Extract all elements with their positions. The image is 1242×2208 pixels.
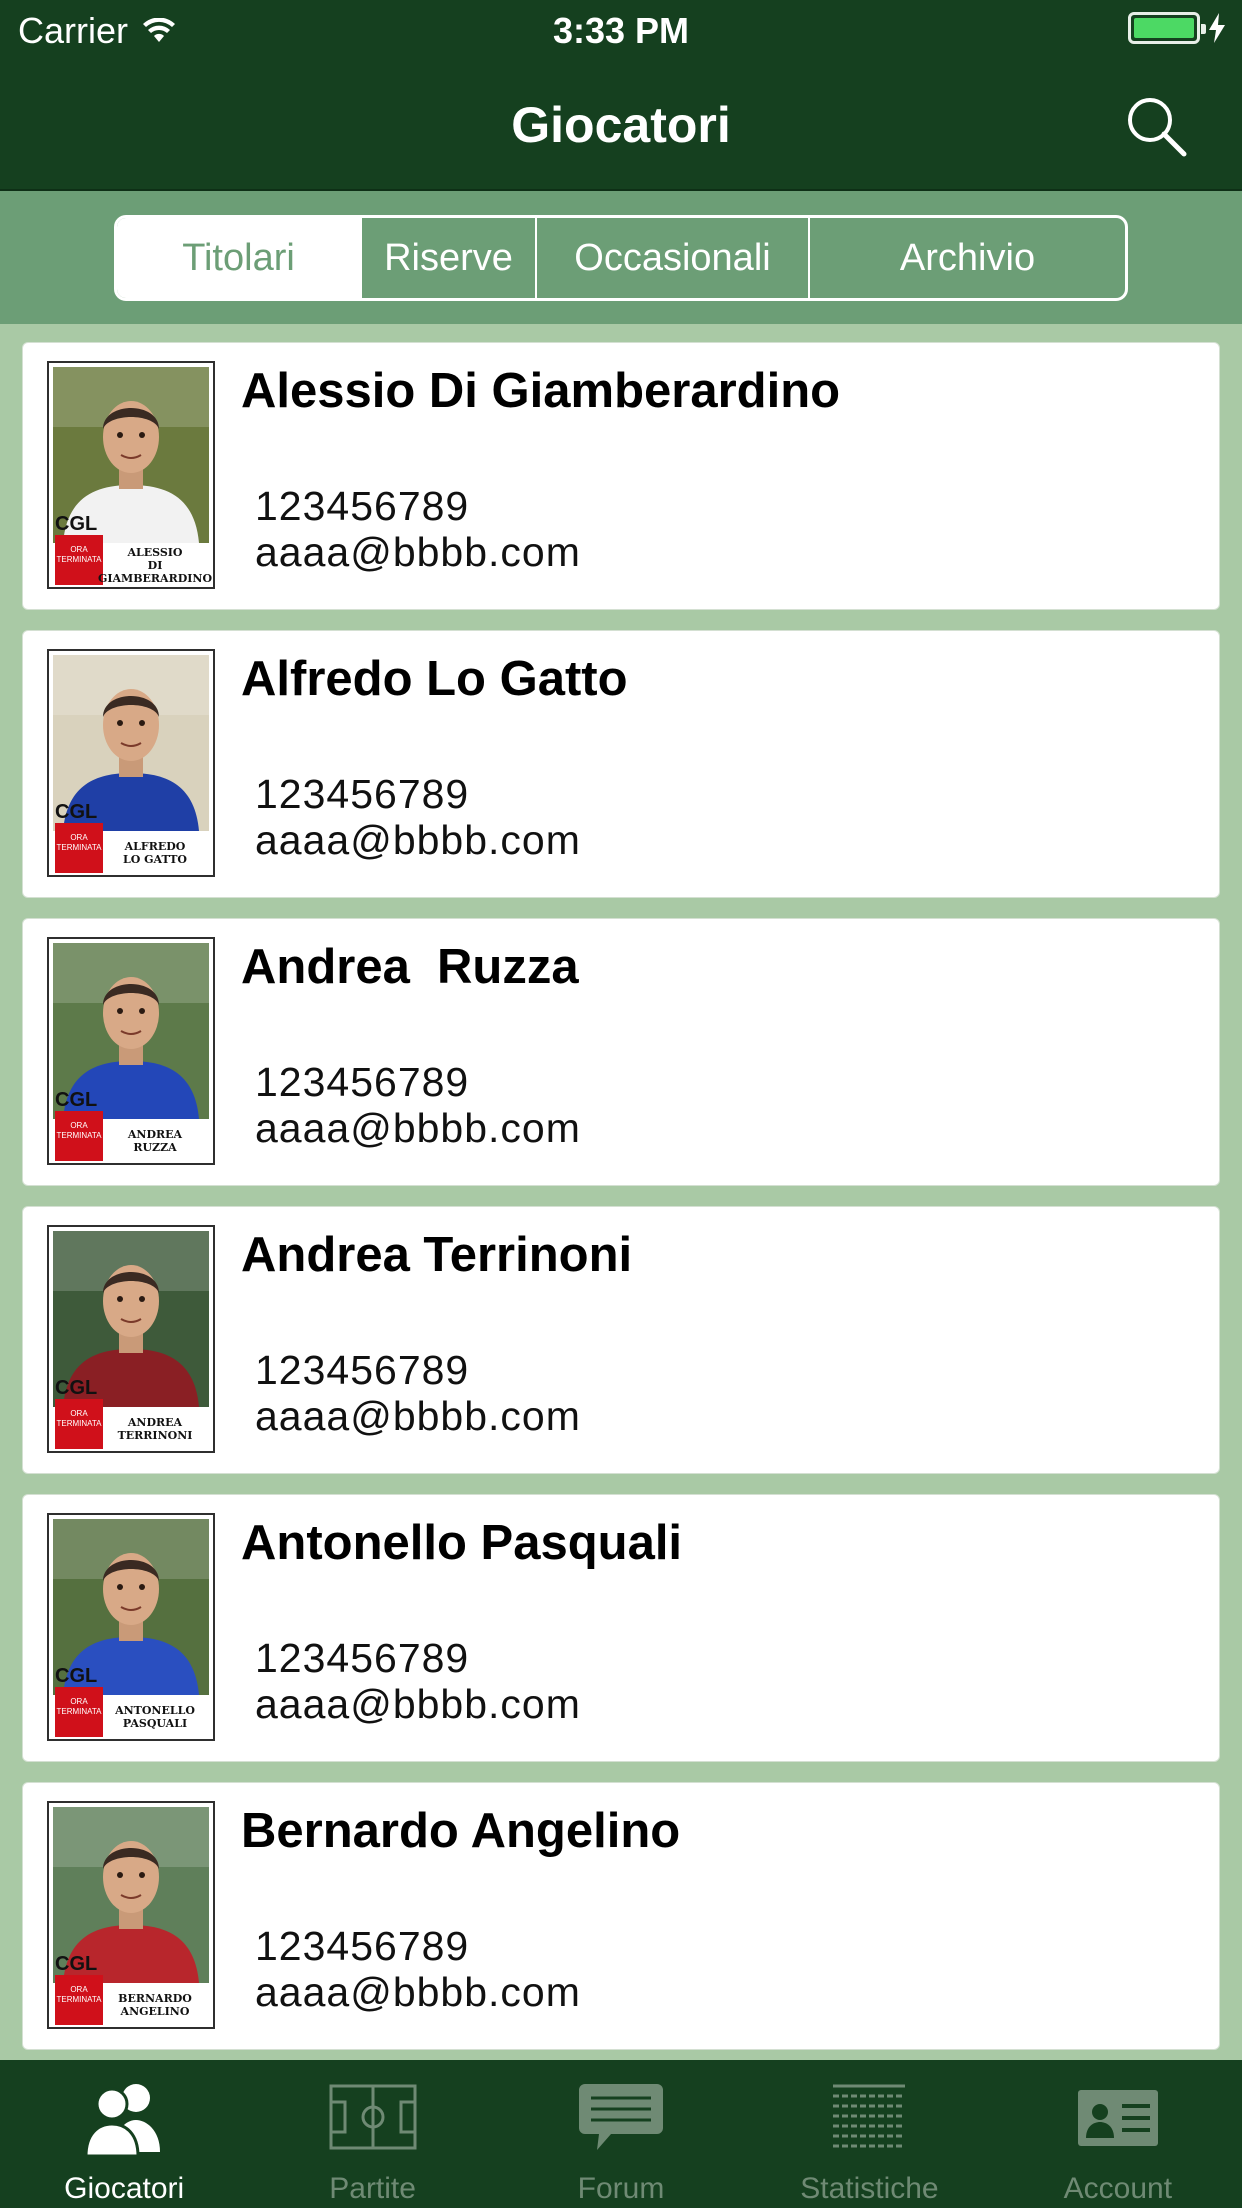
league-badge: ORA TERMINATA: [55, 823, 103, 873]
player-phone: 123456789: [255, 1059, 470, 1105]
search-button[interactable]: [1122, 92, 1192, 162]
player-phone: 123456789: [255, 1635, 470, 1681]
tab-label: Giocatori: [64, 2172, 185, 2205]
league-badge: ORA TERMINATA: [55, 1687, 103, 1737]
player-name: Alfredo Lo Gatto: [241, 652, 628, 706]
player-phone: 123456789: [255, 1347, 470, 1393]
player-phone: 123456789: [255, 483, 470, 529]
player-name: Andrea Ruzza: [241, 940, 579, 994]
player-photo: CGL ORA TERMINATA ANDREA RUZZA: [47, 937, 215, 1165]
player-phone: 123456789: [255, 771, 470, 817]
segment-archivio[interactable]: Archivio: [810, 218, 1125, 298]
player-name: Antonello Pasquali: [241, 1516, 683, 1570]
tab-label: Statistiche: [800, 2172, 939, 2205]
player-photo: CGL ORA TERMINATA ALESSIO DI GIAMBERARDI…: [47, 361, 215, 589]
battery-indicator: [1128, 12, 1226, 44]
tab-label: Forum: [577, 2172, 665, 2205]
player-name: Bernardo Angelino: [241, 1804, 681, 1858]
player-email: aaaa@bbbb.com: [255, 1105, 581, 1151]
player-email: aaaa@bbbb.com: [255, 817, 581, 863]
player-phone: 123456789: [255, 1923, 470, 1969]
photo-caption: ANTONELLO PASQUALI: [115, 1704, 195, 1730]
player-card[interactable]: CGL ORA TERMINATA ANDREA RUZZA Andrea Ru…: [22, 918, 1220, 1186]
segment-titolari[interactable]: Titolari: [117, 218, 362, 298]
player-card[interactable]: CGL ORA TERMINATA ANTONELLO PASQUALI Ant…: [22, 1494, 1220, 1762]
cgl-logo: CGL: [55, 1665, 98, 1687]
field-icon: [329, 2084, 417, 2150]
segment-bar: Titolari Riserve Occasionali Archivio: [0, 191, 1242, 324]
segment-occasionali[interactable]: Occasionali: [537, 218, 810, 298]
cgl-logo: CGL: [55, 1089, 98, 1111]
tab-bar: Giocatori Partite Forum Statistiche Acco…: [0, 2060, 1242, 2208]
charging-bolt-icon: [1209, 13, 1225, 43]
navigation-bar: Giocatori: [0, 60, 1242, 191]
player-card[interactable]: CGL ORA TERMINATA ALESSIO DI GIAMBERARDI…: [22, 342, 1220, 610]
player-photo: CGL ORA TERMINATA ANDREA TERRINONI: [47, 1225, 215, 1453]
player-photo: CGL ORA TERMINATA ALFREDO LO GATTO: [47, 649, 215, 877]
cgl-logo: CGL: [55, 801, 98, 823]
league-badge: ORA TERMINATA: [55, 1111, 103, 1161]
league-badge: ORA TERMINATA: [55, 1975, 103, 2025]
cgl-logo: CGL: [55, 1953, 98, 1975]
player-email: aaaa@bbbb.com: [255, 1969, 581, 2015]
id-card-icon: [1077, 2090, 1158, 2146]
clock: 3:33 PM: [552, 10, 690, 51]
tab-account[interactable]: Account: [994, 2060, 1242, 2208]
battery-fill: [1134, 18, 1194, 38]
search-icon: [1128, 98, 1187, 157]
player-email: aaaa@bbbb.com: [255, 529, 581, 575]
cgl-logo: CGL: [55, 1377, 98, 1399]
player-photo: CGL ORA TERMINATA ANTONELLO PASQUALI: [47, 1513, 215, 1741]
page-title: Giocatori: [511, 97, 731, 153]
status-bar: Carrier 3:33 PM: [0, 0, 1242, 60]
tab-partite[interactable]: Partite: [248, 2060, 496, 2208]
cgl-logo: CGL: [55, 513, 98, 535]
tab-statistiche[interactable]: Statistiche: [745, 2060, 993, 2208]
battery-icon: [1128, 12, 1206, 44]
league-badge: ORA TERMINATA: [55, 1399, 103, 1449]
chat-bubble-icon: [579, 2084, 664, 2150]
tab-label: Account: [1063, 2172, 1173, 2205]
photo-caption: ANDREA RUZZA: [127, 1128, 183, 1154]
player-photo: CGL ORA TERMINATA BERNARDO ANGELINO: [47, 1801, 215, 2029]
player-list: CGL ORA TERMINATA ALESSIO DI GIAMBERARDI…: [0, 324, 1242, 2060]
photo-caption: ANDREA TERRINONI: [117, 1416, 193, 1442]
player-email: aaaa@bbbb.com: [255, 1681, 581, 1727]
photo-caption: ALESSIO DI GIAMBERARDINO: [97, 545, 213, 585]
player-name: Alessio Di Giamberardino: [241, 364, 841, 418]
tab-label: Partite: [329, 2172, 416, 2205]
league-badge: ORA TERMINATA: [55, 535, 103, 585]
tab-giocatori[interactable]: Giocatori: [0, 2060, 248, 2208]
segmented-control: Titolari Riserve Occasionali Archivio: [114, 215, 1128, 301]
player-email: aaaa@bbbb.com: [255, 1393, 581, 1439]
people-icon: [84, 2084, 161, 2158]
photo-caption: BERNARDO ANGELINO: [118, 1992, 192, 2018]
segment-riserve[interactable]: Riserve: [362, 218, 537, 298]
player-name: Andrea Terrinoni: [241, 1228, 633, 1282]
stats-list-icon: [833, 2084, 906, 2148]
tab-forum[interactable]: Forum: [497, 2060, 745, 2208]
player-card[interactable]: CGL ORA TERMINATA BERNARDO ANGELINO Bern…: [22, 1782, 1220, 2050]
player-card[interactable]: CGL ORA TERMINATA ANDREA TERRINONI Andre…: [22, 1206, 1220, 1474]
photo-caption: ALFREDO LO GATTO: [122, 840, 188, 866]
player-card[interactable]: CGL ORA TERMINATA ALFREDO LO GATTO Alfre…: [22, 630, 1220, 898]
